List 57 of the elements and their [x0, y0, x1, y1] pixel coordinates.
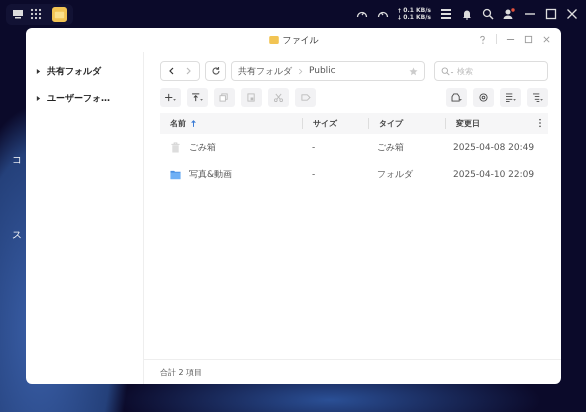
scissors-icon	[273, 93, 284, 102]
upload-button[interactable]	[187, 88, 208, 107]
drive-icon	[451, 93, 462, 102]
file-name: ごみ箱	[189, 142, 216, 154]
plus-icon	[165, 93, 176, 102]
sidebar-item[interactable]: 共有フォルダ	[26, 61, 143, 82]
tag-icon	[300, 93, 311, 102]
search-icon[interactable]	[482, 8, 494, 20]
folder-icon	[170, 169, 181, 180]
column-header[interactable]: 名前	[160, 118, 302, 129]
desktop-icon-label[interactable]: ス	[12, 228, 22, 242]
file-size: -	[312, 170, 316, 180]
bell-icon[interactable]	[461, 8, 473, 20]
refresh-icon	[210, 66, 220, 76]
folder-app-icon[interactable]	[52, 6, 67, 22]
down-arrow-icon	[398, 15, 402, 20]
settings-icon	[478, 93, 489, 102]
apps-grid-icon[interactable]	[30, 8, 42, 20]
upload-icon	[192, 93, 203, 102]
column-header[interactable]: タイプ	[368, 118, 445, 129]
sort-icon	[532, 93, 543, 102]
view-list-button[interactable]	[500, 88, 521, 107]
file-name: 写真&動画	[189, 168, 232, 181]
paste-icon	[246, 93, 257, 102]
sort-button[interactable]	[527, 88, 548, 107]
up-arrow-icon	[398, 8, 402, 13]
file-type: フォルダ	[377, 168, 413, 181]
folder-icon	[268, 36, 278, 44]
desktop-icon[interactable]	[12, 8, 24, 20]
star-icon[interactable]	[409, 66, 418, 76]
copy-icon	[219, 93, 230, 102]
path-field[interactable]: 共有フォルダ Public	[231, 61, 425, 81]
item-count: 合計 2 項目	[160, 366, 202, 378]
drive-button[interactable]	[446, 88, 467, 107]
file-size: -	[312, 142, 316, 152]
expand-arrow-icon[interactable]	[36, 96, 41, 101]
column-header[interactable]: サイズ	[302, 118, 368, 129]
refresh-button[interactable]	[205, 61, 226, 81]
trash-icon	[170, 142, 181, 153]
window-title: ファイル	[282, 34, 318, 46]
chevron-icon	[298, 68, 303, 74]
help-icon[interactable]	[478, 34, 487, 44]
file-type: ごみ箱	[377, 142, 404, 154]
user-icon[interactable]	[503, 8, 515, 20]
expand-arrow-icon[interactable]	[36, 69, 41, 74]
modified-date: 2025-04-10 22:09	[453, 170, 534, 180]
new-button[interactable]	[160, 88, 181, 107]
file-row[interactable]: 写真&動画 - フォルダ 2025-04-10 22:09	[160, 161, 548, 188]
settings-button[interactable]	[473, 88, 494, 107]
desktop-icon-label[interactable]: コ	[12, 153, 22, 167]
task-list-icon[interactable]	[440, 8, 452, 20]
list-icon	[505, 93, 516, 102]
sidebar-item[interactable]: ユーザーフォ…	[26, 88, 143, 109]
file-row[interactable]: ごみ箱 - ごみ箱 2025-04-08 20:49	[160, 134, 548, 161]
more-options-icon[interactable]	[538, 118, 542, 128]
search-icon	[441, 66, 454, 76]
modified-date: 2025-04-08 20:49	[453, 142, 534, 152]
